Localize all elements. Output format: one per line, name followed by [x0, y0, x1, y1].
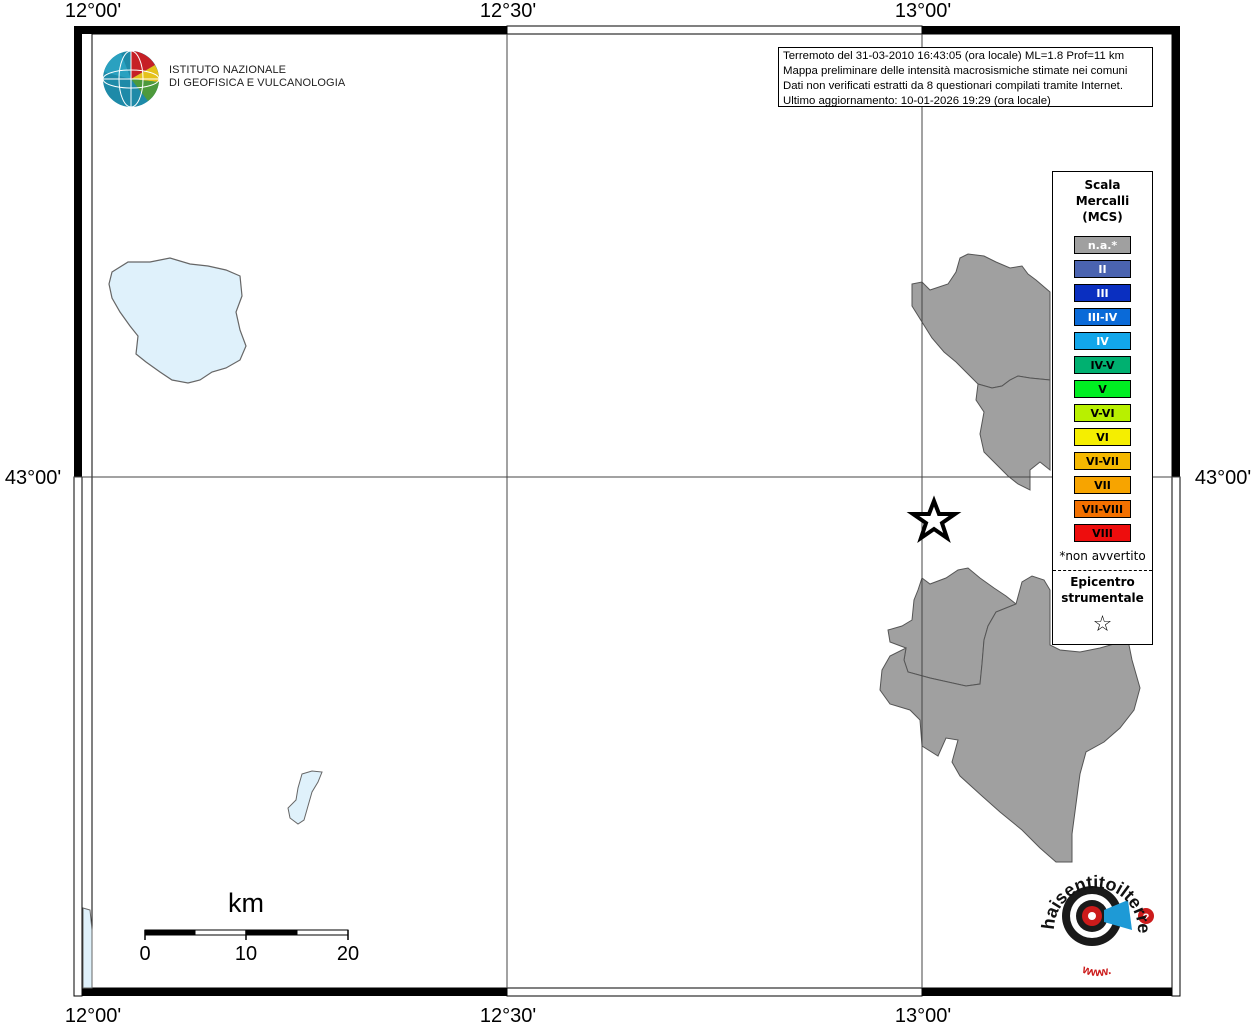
svg-text:www.: www.	[1080, 962, 1113, 980]
badge-www-text: www.	[1080, 962, 1113, 980]
legend-item: VIII	[1074, 524, 1131, 542]
tick-top-12-00: 12°00'	[65, 0, 121, 22]
frame-top-band-3	[506, 25, 923, 35]
lake-small	[287, 770, 323, 825]
frame-left-band-low	[73, 476, 83, 997]
legend-item: III	[1074, 284, 1131, 302]
legend-item: VI-VII	[1074, 452, 1131, 470]
haisentito-badge-icon: ? haisentitoilterremoto.it www.	[0, 0, 1154, 979]
legend-separator	[1053, 570, 1152, 571]
mcs-legend: Scala Mercalli (MCS) n.a.* II III III-IV IV I…	[1052, 171, 1153, 645]
info-line-4: Ultimo aggiornamento: 10-01-2026 19:29 (…	[783, 95, 1051, 107]
ingv-logo-icon	[102, 50, 160, 108]
scale-bar	[144, 929, 349, 940]
frame-right-band	[1172, 26, 1180, 477]
legend-item: VI	[1074, 428, 1131, 446]
municipality-north-south	[975, 375, 1051, 491]
tick-bottom-12-00: 12°00'	[65, 1005, 121, 1024]
epicenter-star-icon	[906, 495, 962, 544]
legend-items: n.a.* II III III-IV IV IV-V V V-VI VI VI-VII VII VI…	[1053, 236, 1152, 542]
scale-title: km	[228, 888, 264, 918]
legend-title: Scala Mercalli (MCS)	[1053, 177, 1152, 225]
legend-item: II	[1074, 260, 1131, 278]
logo-line-1: ISTITUTO NAZIONALE	[169, 64, 287, 76]
legend-note: *non avvertito	[1059, 549, 1146, 563]
frame-top-band-1	[74, 26, 507, 34]
info-line-2: Mappa preliminare delle intensità macros…	[783, 65, 1128, 77]
lake-edge	[82, 907, 93, 989]
scale-label-10: 10	[234, 943, 258, 965]
frame-bottom-band-2	[922, 988, 1172, 996]
legend-title-line-2: Mercalli	[1075, 194, 1130, 208]
tick-bottom-13-00: 13°00'	[895, 1005, 951, 1024]
tick-right-43-00: 43°00'	[1195, 467, 1251, 489]
legend-title-line-3: (MCS)	[1082, 210, 1123, 224]
municipality-north	[911, 253, 1051, 389]
legend-item: VII	[1074, 476, 1131, 494]
legend-item: VII-VIII	[1074, 500, 1131, 518]
legend-item: III-IV	[1074, 308, 1131, 326]
legend-epicentro-line-1: Epicentro	[1070, 575, 1135, 589]
legend-star-icon: ☆	[1092, 612, 1113, 637]
info-line-3: Dati non verificati estratti da 8 questi…	[783, 80, 1123, 92]
frame-bottom-band-3	[506, 987, 923, 997]
frame-bottom-band-1	[74, 988, 507, 996]
legend-item: V-VI	[1074, 404, 1131, 422]
tick-top-13-00: 13°00'	[895, 0, 951, 22]
info-line-1: Terremoto del 31-03-2010 16:43:05 (ora l…	[783, 50, 1125, 62]
frame-top-band-2	[922, 26, 1172, 34]
legend-item: IV	[1074, 332, 1131, 350]
frame-left-band	[74, 26, 82, 477]
event-info-box: Terremoto del 31-03-2010 16:43:05 (ora l…	[778, 47, 1153, 107]
legend-epicentro: Epicentro strumentale	[1053, 574, 1152, 606]
legend-item: IV-V	[1074, 356, 1131, 374]
tick-left-43-00: 43°00'	[5, 467, 61, 489]
legend-epicentro-line-2: strumentale	[1061, 591, 1144, 605]
frame-right-band-low	[1171, 476, 1181, 997]
tick-bottom-12-30: 12°30'	[480, 1005, 536, 1024]
scale-label-20: 20	[336, 943, 360, 965]
logo-line-2: DI GEOFISICA E VULCANOLOGIA	[169, 77, 346, 89]
tick-top-12-30: 12°30'	[480, 0, 536, 22]
scale-label-0: 0	[139, 943, 151, 965]
map-inner-frame	[91, 33, 1173, 989]
ingv-logo-text: ISTITUTO NAZIONALE DI GEOFISICA E VULCAN…	[169, 64, 345, 90]
legend-item: V	[1074, 380, 1131, 398]
lake-large	[108, 257, 247, 384]
legend-item: n.a.*	[1074, 236, 1131, 254]
legend-title-line-1: Scala	[1084, 178, 1121, 192]
